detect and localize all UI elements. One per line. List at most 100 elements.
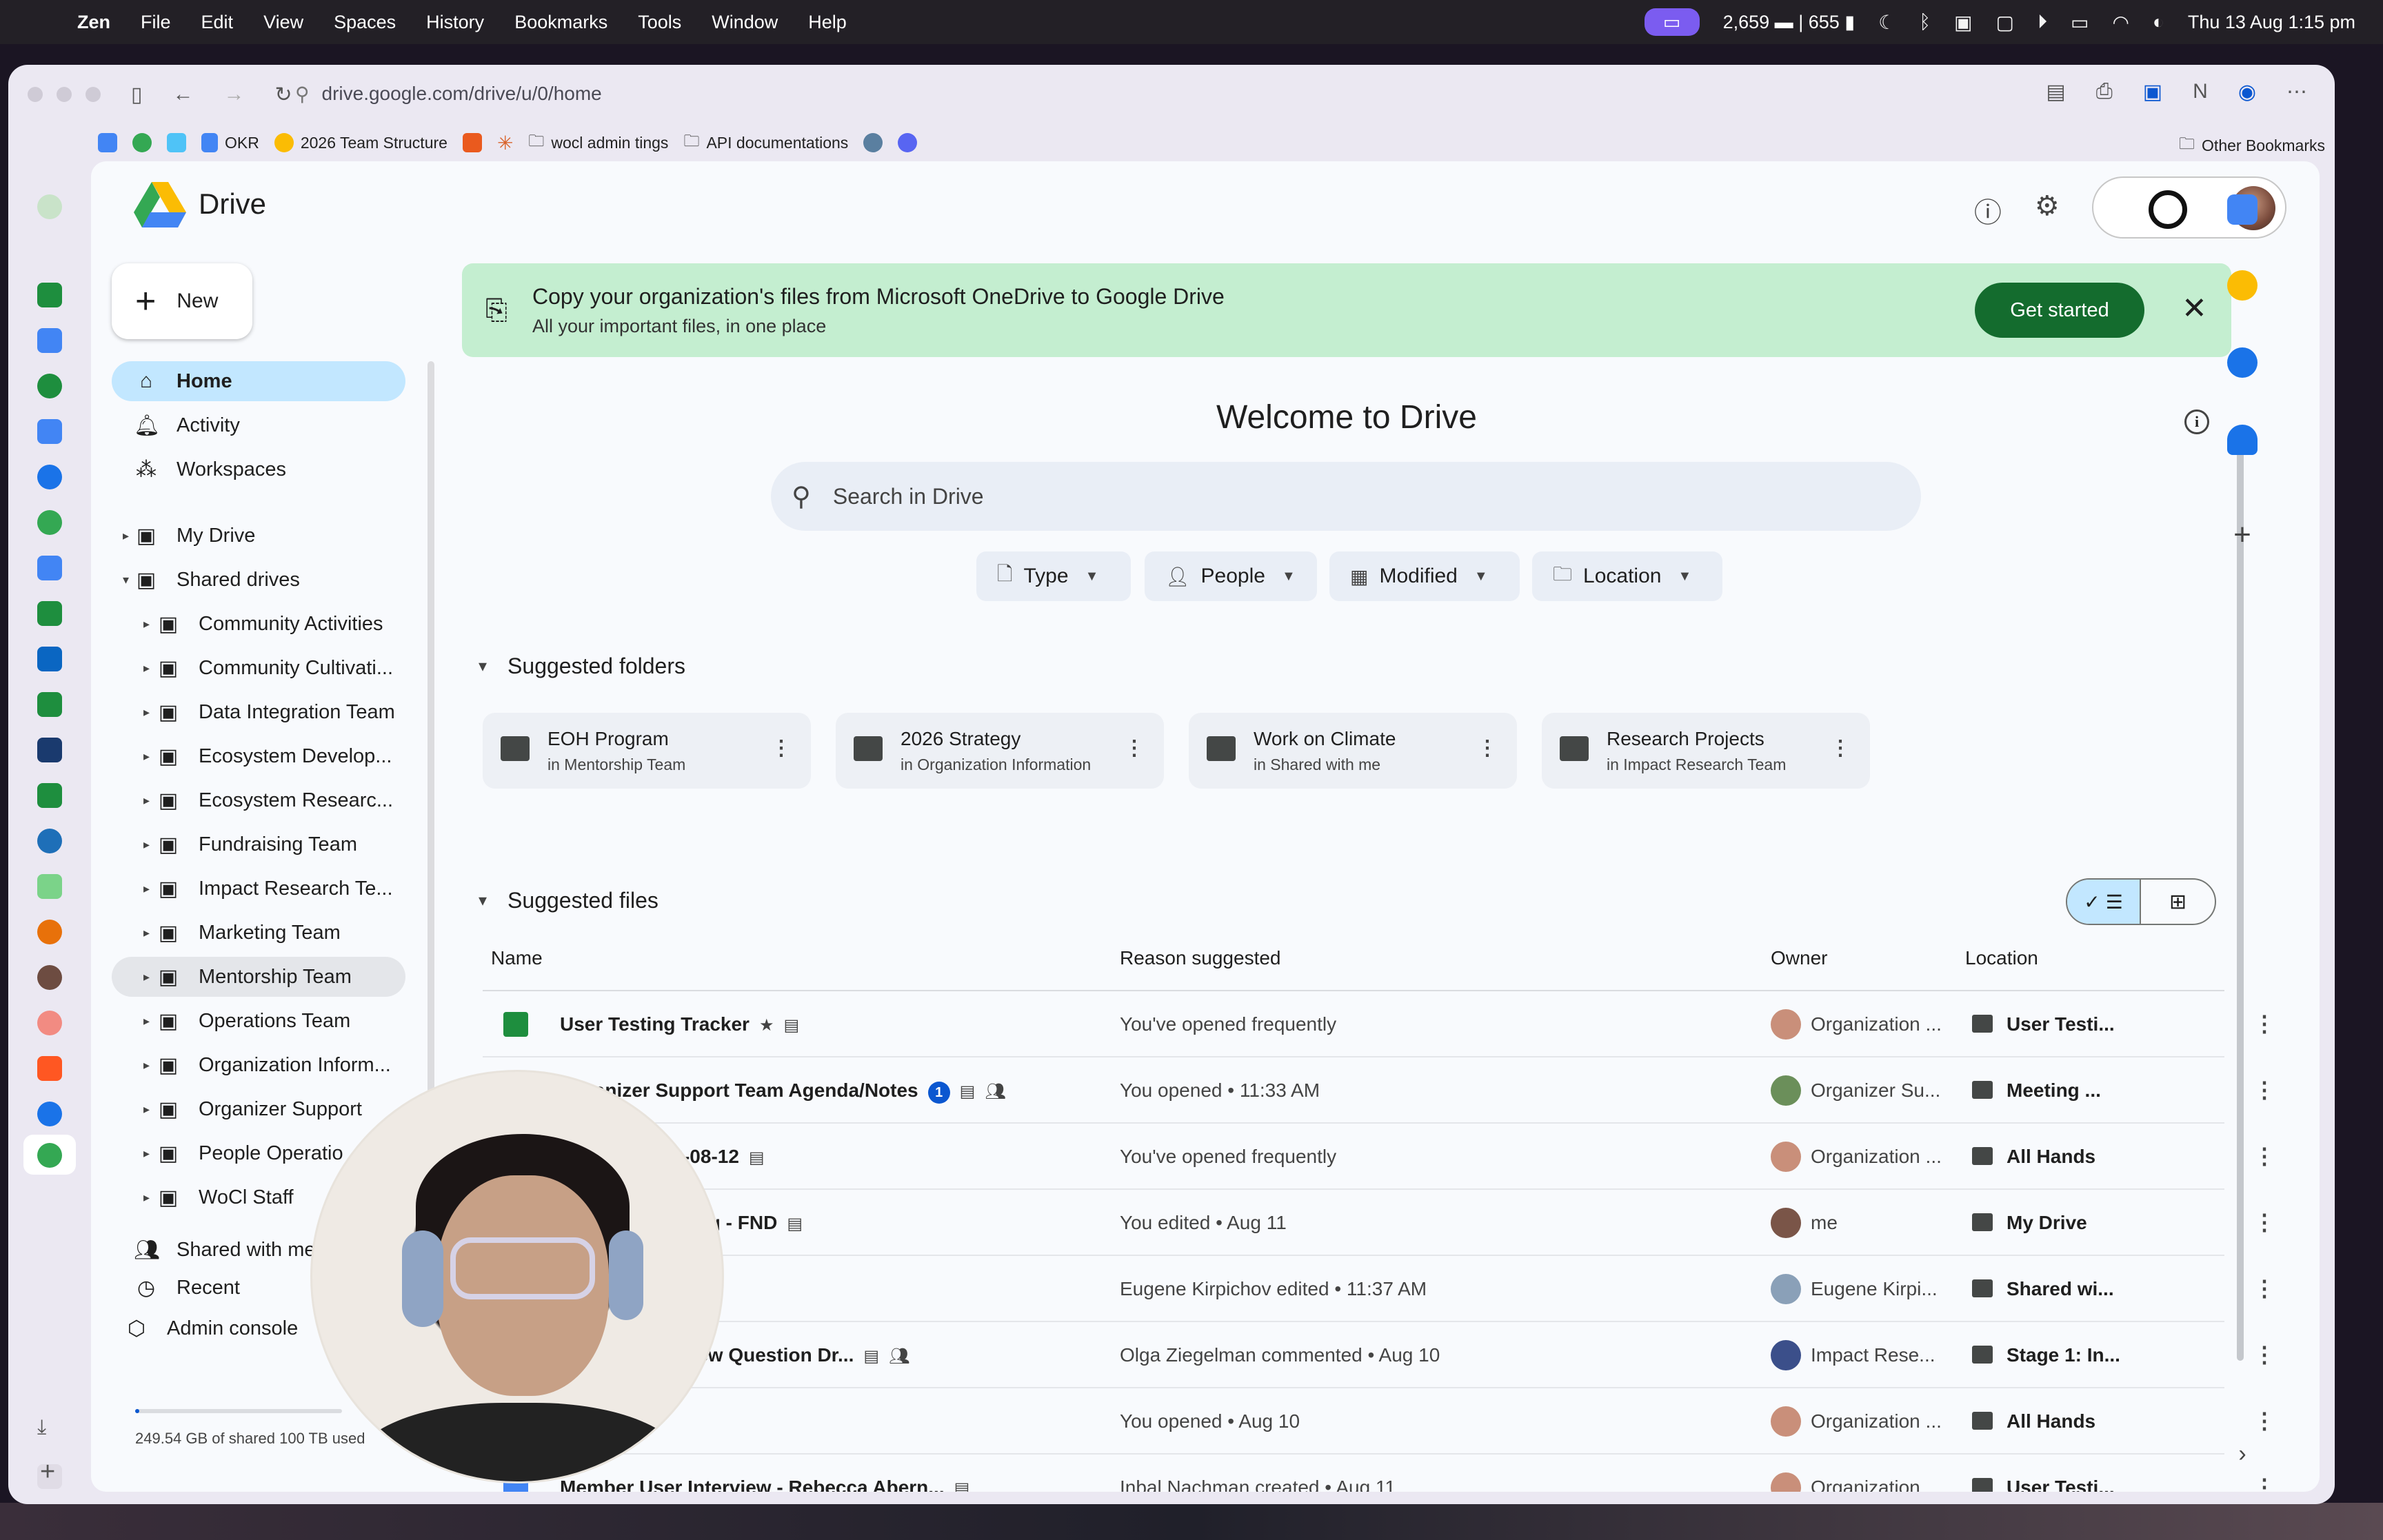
new-button[interactable]: + New (112, 263, 252, 339)
forward-icon[interactable]: → (224, 83, 245, 106)
table-row[interactable]: p Layer_Interview Question Dr...▤👥︎Olga … (483, 1322, 2275, 1388)
bookmark-stack-icon[interactable] (167, 133, 186, 152)
file-location[interactable]: All Hands (2007, 1410, 2095, 1432)
shared-drive-item[interactable]: ▸ ▣ Organizer Support (112, 1089, 405, 1129)
tab-favicon-dots-icon[interactable] (37, 1011, 62, 1035)
more-vert-icon[interactable]: ⋮ (771, 736, 792, 760)
suggested-files-header[interactable]: ▾ Suggested files (479, 888, 658, 913)
notion-icon[interactable]: N (2193, 80, 2208, 104)
tab-favicon-calendar-icon[interactable] (37, 328, 62, 353)
file-name[interactable]: User Testing Tracker ★ ▤ (560, 1013, 799, 1035)
moon-icon[interactable]: ☾ (1878, 11, 1896, 34)
menubar-clock[interactable]: Thu 13 Aug 1:15 pm (2188, 12, 2355, 33)
expand-caret-icon[interactable]: ▸ (143, 749, 150, 764)
status-counter[interactable]: 2,659 ▬ | 655 ▮ (1723, 12, 1856, 33)
screen-record-icon[interactable]: ▭ (1644, 8, 1700, 36)
app-menu-zen[interactable]: Zen (77, 12, 110, 33)
help-icon[interactable]: ⓘ (1974, 190, 2002, 230)
tab-favicon-red-icon[interactable] (37, 1056, 62, 1081)
filter-type[interactable]: 🗋 Type ▼ (976, 551, 1131, 601)
expand-caret-icon[interactable]: ▸ (123, 529, 129, 543)
tab-favicon-sheets-4-icon[interactable] (37, 783, 62, 808)
table-row[interactable]: us Prep▤You opened • Aug 10Organization … (483, 1388, 2275, 1455)
file-location[interactable]: My Drive (2007, 1212, 2087, 1234)
table-row[interactable]: ping 1:1▤👥︎Eugene Kirpichov edited • 11:… (483, 1256, 2275, 1322)
bookmark-2026-team-structure[interactable]: 2026 Team Structure (274, 133, 448, 152)
menu-edit[interactable]: Edit (201, 12, 234, 33)
tab-favicon-linkedin-icon[interactable] (37, 647, 62, 671)
file-location[interactable]: User Testi... (2007, 1477, 2115, 1492)
new-tab-plus-icon[interactable]: + (40, 1457, 55, 1487)
shared-drive-item[interactable]: ▸ ▣ Data Integration Team (112, 692, 405, 732)
keep-icon[interactable] (2227, 270, 2258, 301)
table-row[interactable]: ll Hands 2026-08-12▤You've opened freque… (483, 1124, 2275, 1190)
back-icon[interactable]: ← (173, 83, 194, 106)
site-info-icon[interactable]: ⚲ (295, 83, 310, 105)
other-bookmarks[interactable]: 🗀 Other Bookmarks (2179, 132, 2325, 159)
tab-favicon-sheets-3-icon[interactable] (37, 692, 62, 717)
print-icon[interactable]: ⎙ (2096, 80, 2113, 104)
shared-drive-item[interactable]: ▸ ▣ Operations Team (112, 1001, 405, 1041)
expand-caret-icon[interactable]: ▸ (143, 617, 150, 631)
expand-caret-icon[interactable]: ▸ (143, 705, 150, 720)
menu-file[interactable]: File (141, 12, 171, 33)
list-view-button[interactable]: ✓ ☰ (2067, 880, 2142, 924)
menu-tools[interactable]: Tools (638, 12, 681, 33)
tab-favicon-drive-icon[interactable] (37, 510, 62, 535)
bluetooth-icon[interactable]: ᛒ (1919, 11, 1931, 33)
menu-spaces[interactable]: Spaces (334, 12, 396, 33)
webcam-overlay[interactable] (310, 1070, 724, 1483)
info-icon[interactable]: i (2184, 409, 2209, 434)
expand-caret-icon[interactable]: ▸ (143, 1191, 150, 1205)
file-location[interactable]: User Testi... (2007, 1013, 2115, 1035)
bookmark-wocl-admin-tings[interactable]: 🗀 wocl admin tings (528, 130, 668, 156)
expand-caret-icon[interactable]: ▸ (143, 882, 150, 896)
folder-card[interactable]: 2026 Strategy in Organization Information… (836, 713, 1164, 789)
table-row[interactable]: Member User Interview - Rebecca Abern...… (483, 1455, 2275, 1492)
expand-caret-icon[interactable]: ▸ (143, 1058, 150, 1073)
add-addon-icon[interactable]: + (2227, 520, 2258, 550)
nav-workspaces[interactable]: ⁂ Workspaces (112, 449, 405, 489)
battery-icon[interactable]: ▭ (2071, 11, 2089, 34)
bookmark-orange-icon[interactable] (462, 133, 482, 152)
tab-favicon-hex-icon[interactable] (37, 738, 62, 762)
tab-favicon-calendar-2-icon[interactable] (37, 419, 62, 444)
file-location[interactable]: Stage 1: In... (2007, 1344, 2120, 1366)
zoom-window-button[interactable] (86, 87, 101, 102)
extension-icon[interactable]: ▣ (2143, 80, 2162, 104)
sidebar-toggle-icon[interactable]: ▯ (131, 83, 143, 107)
download-icon[interactable]: ⤓ (37, 1416, 62, 1441)
app-status-icon[interactable]: ▣ (1954, 11, 1972, 34)
calendar-icon[interactable] (2227, 194, 2258, 225)
get-started-button[interactable]: Get started (1975, 283, 2144, 338)
table-row[interactable]: User Testing Tracker ★ ▤ You've opened freq… (483, 991, 2275, 1057)
expand-caret-icon[interactable]: ▸ (143, 1102, 150, 1117)
reader-icon[interactable]: ▤ (2046, 80, 2065, 104)
file-location[interactable]: Shared wi... (2007, 1278, 2114, 1300)
reload-icon[interactable]: ↻ (275, 83, 292, 107)
search-input[interactable]: ⚲ Search in Drive (771, 462, 1921, 531)
tab-favicon-circle-icon[interactable] (37, 465, 62, 489)
folder-card[interactable]: Research Projects in Impact Research Team… (1542, 713, 1870, 789)
more-vert-icon[interactable]: ⋮ (1477, 736, 1498, 760)
grid-view-button[interactable]: ⊞ (2141, 880, 2215, 924)
more-vert-icon[interactable]: ⋮ (1124, 736, 1145, 760)
shared-drive-item[interactable]: ▸ ▣ Marketing Team (112, 913, 405, 953)
menu-bookmarks[interactable]: Bookmarks (514, 12, 607, 33)
filter-people[interactable]: 👤︎ People ▼ (1145, 551, 1317, 601)
extension-2-icon[interactable]: ◉ (2238, 80, 2256, 104)
filter-modified[interactable]: ▦ Modified ▼ (1329, 551, 1520, 601)
expand-caret-icon[interactable]: ▸ (143, 970, 150, 984)
tab-favicon-orange-icon[interactable] (37, 920, 62, 944)
contacts-icon[interactable] (2227, 425, 2258, 455)
bookmark-calendar-icon[interactable] (98, 133, 117, 152)
chevron-right-icon[interactable]: › (2227, 1441, 2258, 1471)
shared-drive-item[interactable]: ▸ ▣ Mentorship Team (112, 957, 405, 997)
tab-favicon-people-icon[interactable] (37, 1102, 62, 1126)
play-icon[interactable]: ⏵ (2038, 11, 2047, 34)
wifi-icon[interactable]: ◠ (2112, 11, 2129, 34)
menu-history[interactable]: History (426, 12, 484, 33)
bookmark-okr[interactable]: OKR (201, 133, 259, 152)
tab-favicon-brown-icon[interactable] (37, 965, 62, 990)
bookmark-discord-icon[interactable] (898, 133, 918, 152)
